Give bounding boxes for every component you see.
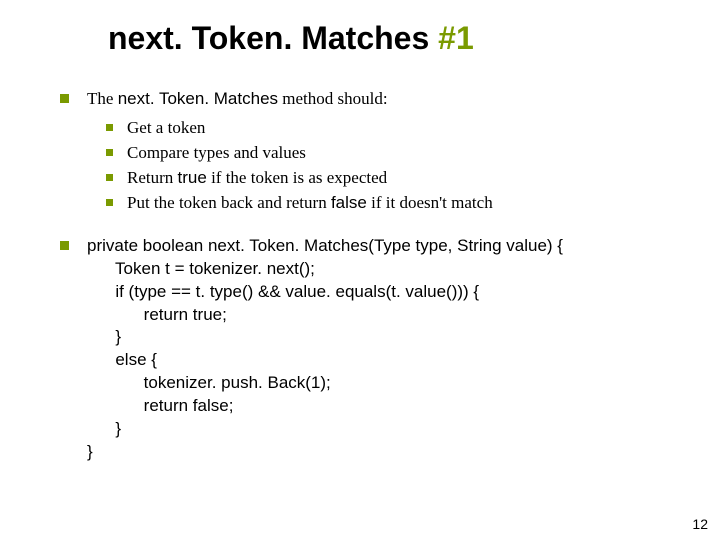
code-block: private boolean next. Token. Matches(Typ… [60, 235, 680, 464]
code-line: } [87, 419, 121, 438]
bullet-icon [60, 241, 69, 250]
bullet-icon [106, 124, 113, 131]
bullet-icon [106, 199, 113, 206]
sub-bullet-1: Get a token [106, 117, 680, 140]
sub-bullet-3: Return true if the token is as expected [106, 167, 680, 190]
sub-text: Compare types and values [127, 142, 306, 165]
title-main: next. Token. Matches [108, 20, 438, 56]
sub-pre: Return [127, 168, 178, 187]
page-number: 12 [692, 516, 708, 532]
sub-pre: Put the token back and return [127, 193, 331, 212]
code-line: } [87, 442, 93, 461]
intro-text: The next. Token. Matches method should: [87, 88, 388, 111]
intro-line: The next. Token. Matches method should: [60, 88, 680, 111]
sub-post: if the token is as expected [207, 168, 387, 187]
slide: next. Token. Matches #1 The next. Token.… [0, 0, 720, 540]
bullet-icon [106, 149, 113, 156]
bullet-icon [106, 174, 113, 181]
sub-post: if it doesn't match [367, 193, 493, 212]
intro-suffix: method should: [278, 89, 388, 108]
code-text: private boolean next. Token. Matches(Typ… [87, 235, 563, 464]
code-line: Token t = tokenizer. next(); [87, 259, 315, 278]
code-line: private boolean next. Token. Matches(Typ… [87, 236, 563, 255]
code-line: if (type == t. type() && value. equals(t… [87, 282, 479, 301]
slide-body: The next. Token. Matches method should: … [60, 88, 680, 470]
code-line: else { [87, 350, 157, 369]
sub-bullet-2: Compare types and values [106, 142, 680, 165]
code-line: return true; [87, 305, 227, 324]
intro-method: next. Token. Matches [118, 89, 278, 108]
sub-text: Put the token back and return false if i… [127, 192, 493, 215]
bullet-icon [60, 94, 69, 103]
sub-kw: false [331, 193, 367, 212]
sub-text: Return true if the token is as expected [127, 167, 387, 190]
code-line: } [87, 327, 121, 346]
code-line: return false; [87, 396, 233, 415]
code-line: tokenizer. push. Back(1); [87, 373, 331, 392]
title-number: #1 [438, 20, 474, 56]
sub-kw: true [178, 168, 207, 187]
slide-title: next. Token. Matches #1 [108, 20, 474, 57]
intro-prefix: The [87, 89, 118, 108]
sub-bullet-4: Put the token back and return false if i… [106, 192, 680, 215]
sub-text: Get a token [127, 117, 205, 140]
